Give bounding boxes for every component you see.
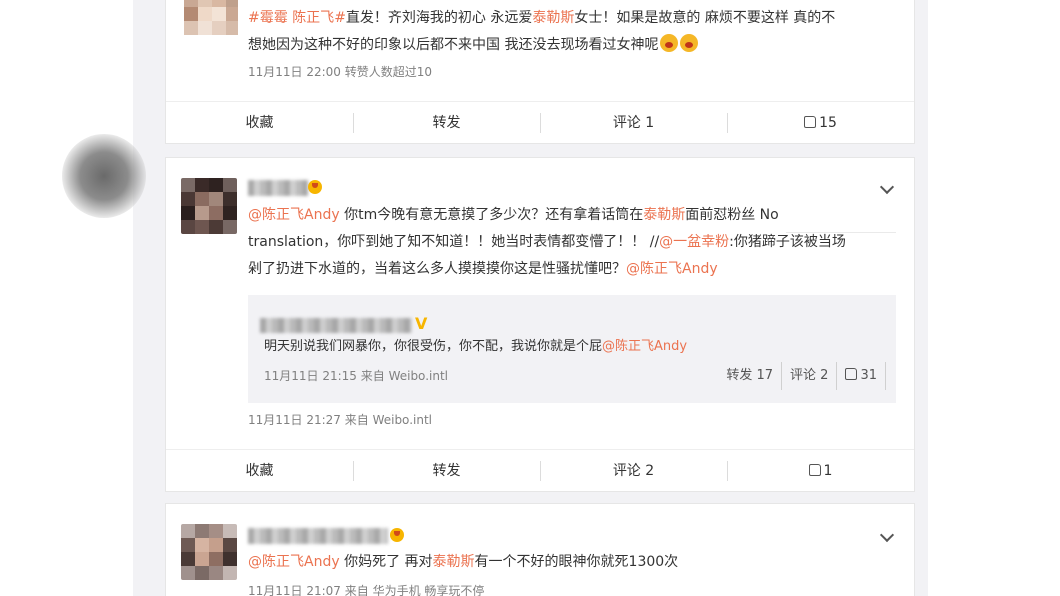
faint-divider bbox=[786, 232, 896, 233]
comment-button[interactable]: 评论 1 bbox=[540, 102, 727, 144]
post-text-segment: :你猪蹄子该被当场 bbox=[729, 234, 846, 250]
collect-button[interactable]: 收藏 bbox=[166, 102, 353, 144]
topic-link[interactable]: #霉霉 bbox=[248, 10, 288, 26]
quoted-like-button[interactable]: 31 bbox=[836, 362, 885, 390]
chevron-down-icon[interactable] bbox=[879, 527, 895, 543]
keyword-link[interactable]: 泰勒斯 bbox=[532, 10, 574, 26]
topic-link[interactable]: # bbox=[334, 10, 346, 26]
weibo-post-card: @陈正飞Andy 你tm今晚有意无意摸了多少次？还有拿着话筒在泰勒斯面前怼粉丝 … bbox=[165, 157, 915, 492]
user-avatar[interactable] bbox=[181, 524, 237, 580]
mention-link[interactable]: 陈正飞 bbox=[292, 10, 334, 26]
keyword-link[interactable]: 泰勒斯 bbox=[643, 207, 685, 223]
like-count: 1 bbox=[823, 462, 833, 479]
post-text: #霉霉 陈正飞#直发！齐刘海我的初心 永远爱泰勒斯女士！如果是故意的 麻烦不要这… bbox=[248, 5, 894, 59]
repost-button[interactable]: 转发 bbox=[353, 450, 540, 492]
quoted-text-segment: 明天别说我们网暴你，你很受伤，你不配，我说你就是个屁 bbox=[264, 339, 603, 354]
post-text: @陈正飞Andy 你妈死了 再对泰勒斯有一个不好的眼神你就死1300次 bbox=[248, 549, 894, 576]
comment-button[interactable]: 评论 2 bbox=[540, 450, 727, 492]
keyword-link[interactable]: 泰勒斯 bbox=[433, 554, 475, 570]
screenshot-stage: #霉霉 陈正飞#直发！齐刘海我的初心 永远爱泰勒斯女士！如果是故意的 麻烦不要这… bbox=[0, 0, 1060, 596]
quoted-user-name-blurred[interactable] bbox=[260, 318, 412, 333]
post-text-segment: 面前怼粉丝 No bbox=[685, 207, 779, 223]
post-text-line-1: @陈正飞Andy 你妈死了 再对泰勒斯有一个不好的眼神你就死1300次 bbox=[248, 549, 894, 576]
quoted-post-text: 明天别说我们网暴你，你很受伤，你不配，我说你就是个屁@陈正飞Andy bbox=[264, 333, 687, 361]
mention-link[interactable]: @陈正飞Andy bbox=[602, 339, 687, 354]
post-text-segment: translation，你吓到她了知不知道！！她当时表情都变懵了！！ // bbox=[248, 234, 660, 250]
post-text-segment: 直发！齐刘海我的初心 永远爱 bbox=[345, 10, 533, 26]
chevron-down-icon[interactable] bbox=[879, 179, 895, 195]
vip-badge-icon bbox=[390, 528, 404, 542]
verified-v-icon: V bbox=[415, 314, 428, 333]
emoji-icon bbox=[680, 34, 699, 52]
quoted-repost-button[interactable]: 转发 17 bbox=[718, 362, 781, 390]
post-text-segment: 想她因为这种不好的印象以后都不来中国 我还没去现场看过女神呢 bbox=[248, 37, 659, 53]
vip-badge-icon bbox=[308, 180, 322, 194]
mention-link[interactable]: @陈正飞Andy bbox=[626, 261, 718, 277]
post-text-segment: 你妈死了 再对 bbox=[339, 554, 433, 570]
mention-link[interactable]: @陈正飞Andy bbox=[248, 554, 340, 570]
mention-link[interactable]: @陈正飞Andy bbox=[248, 207, 340, 223]
quoted-post-meta: 11月11日 21:15 来自 Weibo.intl bbox=[264, 369, 448, 383]
post-text: @陈正飞Andy 你tm今晚有意无意摸了多少次？还有拿着话筒在泰勒斯面前怼粉丝 … bbox=[248, 202, 894, 283]
post-text-line-1: #霉霉 陈正飞#直发！齐刘海我的初心 永远爱泰勒斯女士！如果是故意的 麻烦不要这… bbox=[248, 5, 894, 32]
user-name-blurred[interactable] bbox=[248, 180, 308, 196]
thumb-up-icon bbox=[845, 368, 858, 380]
collect-button[interactable]: 收藏 bbox=[166, 450, 353, 492]
weibo-post-card: #霉霉 陈正飞#直发！齐刘海我的初心 永远爱泰勒斯女士！如果是故意的 麻烦不要这… bbox=[165, 0, 915, 144]
quoted-action-bar: 转发 17 评论 2 31 bbox=[718, 362, 886, 390]
post-meta: 11月11日 21:07 来自 华为手机 畅享玩不停 bbox=[248, 584, 485, 596]
post-meta: 11月11日 22:00 转赞人数超过10 bbox=[248, 65, 433, 79]
mention-link[interactable]: @一盆幸粉 bbox=[659, 234, 729, 250]
like-button[interactable]: 1 bbox=[727, 450, 914, 492]
post-text-segment: 剁了扔进下水道的，当着这么多人摸摸摸你这是性骚扰懂吧？ bbox=[248, 261, 626, 277]
quoted-comment-button[interactable]: 评论 2 bbox=[781, 362, 836, 390]
thumb-up-icon bbox=[804, 115, 817, 128]
post-text-segment: 你tm今晚有意无意摸了多少次？还有拿着话筒在 bbox=[339, 207, 644, 223]
quoted-like-count: 31 bbox=[860, 368, 877, 383]
post-text-line-2: 想她因为这种不好的印象以后都不来中国 我还没去现场看过女神呢 bbox=[248, 32, 894, 59]
quoted-action-divider bbox=[885, 362, 886, 390]
emoji-icon bbox=[660, 34, 679, 52]
user-name-blurred[interactable] bbox=[248, 528, 388, 544]
weibo-post-card: @陈正飞Andy 你妈死了 再对泰勒斯有一个不好的眼神你就死1300次 11月1… bbox=[165, 503, 915, 596]
post-text-line-3: 剁了扔进下水道的，当着这么多人摸摸摸你这是性骚扰懂吧？@陈正飞Andy bbox=[248, 256, 894, 283]
post-text-segment: 有一个不好的眼神你就死1300次 bbox=[474, 554, 679, 570]
user-avatar[interactable] bbox=[181, 178, 237, 234]
post-meta: 11月11日 21:27 来自 Weibo.intl bbox=[248, 413, 432, 427]
like-button[interactable]: 15 bbox=[727, 102, 914, 144]
quoted-post[interactable]: V 明天别说我们网暴你，你很受伤，你不配，我说你就是个屁@陈正飞Andy 11月… bbox=[248, 295, 896, 403]
thumb-up-icon bbox=[808, 463, 821, 476]
post-text-line-2: translation，你吓到她了知不知道！！她当时表情都变懵了！！ //@一盆… bbox=[248, 229, 894, 256]
blurred-avatar-left bbox=[62, 134, 146, 218]
like-count: 15 bbox=[819, 114, 837, 131]
post-action-bar: 收藏 转发 评论 1 15 bbox=[166, 101, 914, 143]
repost-button[interactable]: 转发 bbox=[353, 102, 540, 144]
user-avatar[interactable] bbox=[184, 0, 238, 37]
post-text-segment: 女士！如果是故意的 麻烦不要这样 真的不 bbox=[574, 10, 836, 26]
post-text-line-1: @陈正飞Andy 你tm今晚有意无意摸了多少次？还有拿着话筒在泰勒斯面前怼粉丝 … bbox=[248, 202, 894, 229]
post-action-bar: 收藏 转发 评论 2 1 bbox=[166, 449, 914, 491]
